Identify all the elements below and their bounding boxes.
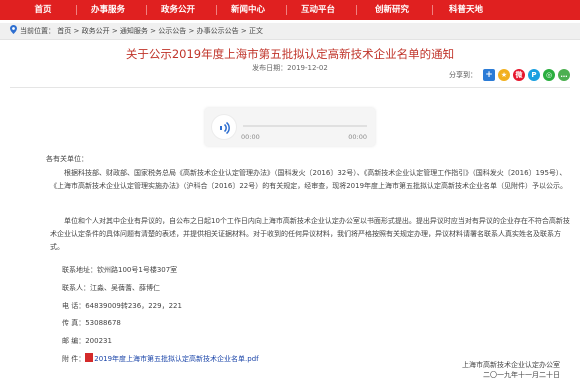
share-bar: 分享到： + ★ 微 P ◎ …	[449, 68, 570, 82]
contact-phone: 电 话：64839009转236，229，221	[62, 301, 182, 310]
paragraph-objection: 单位和个人对其中企业有异议的，自公布之日起10个工作日内向上海市高新技术企业认定…	[50, 217, 570, 251]
contact-postcode: 邮 编：200231	[62, 337, 112, 346]
location-pin-icon	[10, 25, 17, 34]
breadcrumb-separator: >	[111, 27, 118, 35]
plus-share-icon[interactable]: +	[483, 69, 495, 81]
breadcrumb-current: 正文	[248, 27, 263, 35]
breadcrumb-separator: >	[188, 27, 195, 35]
breadcrumb-notices[interactable]: 通知服务	[120, 27, 148, 35]
wechat-icon[interactable]: ◎	[543, 69, 555, 81]
duration: 00:00	[348, 133, 367, 141]
qzone-icon[interactable]: ★	[498, 69, 510, 81]
play-button[interactable]	[211, 114, 237, 140]
current-time: 00:00	[241, 133, 260, 141]
attachment-label: 附 件：	[62, 354, 86, 363]
breadcrumb-separator: >	[73, 27, 80, 35]
nav-divider	[286, 5, 287, 15]
top-nav: 首页 办事服务 政务公开 新闻中心 互动平台 创新研究 科普天地	[0, 0, 580, 20]
contact-address: 联系地址：钦州路100号1号楼307室	[62, 266, 178, 274]
more-share-icon[interactable]: …	[558, 69, 570, 81]
contact-fax: 传 真：53088678	[62, 319, 121, 328]
nav-divider	[216, 5, 217, 15]
contact-info: 联系地址：钦州路100号1号楼307室 联系人：江淼、吴蒨蓍、薛博仁 电 话：6…	[62, 262, 562, 369]
contact-persons: 联系人：江淼、吴蒨蓍、薛博仁	[62, 283, 160, 292]
weibo-icon[interactable]: 微	[513, 69, 525, 81]
pengyou-icon[interactable]: P	[528, 69, 540, 81]
breadcrumb-separator: >	[150, 27, 157, 35]
nav-divider	[356, 5, 357, 15]
nav-divider	[146, 5, 147, 15]
nav-item-research[interactable]: 创新研究	[362, 0, 422, 20]
page-title: 关于公示2019年度上海市第五批拟认定高新技术企业名单的通知	[125, 47, 455, 61]
greeting: 各有关单位：	[46, 155, 88, 163]
breadcrumb-government[interactable]: 政务公开	[82, 27, 110, 35]
breadcrumb-announcements[interactable]: 公示公告	[158, 27, 186, 35]
nav-item-services[interactable]: 办事服务	[80, 0, 136, 20]
paragraph-basis: 根据科技部、财政部、国家税务总局《高新技术企业认定管理办法》（国科发火〔2016…	[50, 169, 568, 190]
breadcrumb-home[interactable]: 首页	[57, 27, 71, 35]
breadcrumb: 当前位置： 首页 > 政务公开 > 通知服务 > 公示公告 > 办事公示公告 >…	[0, 23, 580, 40]
divider	[10, 87, 570, 88]
nav-item-government[interactable]: 政务公开	[150, 0, 206, 20]
nav-item-home[interactable]: 首页	[24, 0, 62, 20]
progress-track[interactable]	[243, 125, 367, 127]
nav-item-interaction[interactable]: 互动平台	[290, 0, 346, 20]
breadcrumb-separator: >	[240, 27, 247, 35]
signature-org: 上海市高新技术企业认定办公室	[462, 361, 560, 369]
breadcrumb-prefix: 当前位置：	[20, 27, 55, 35]
nav-item-science[interactable]: 科普天地	[438, 0, 494, 20]
pdf-file-icon	[85, 352, 94, 362]
speaker-icon	[220, 121, 230, 135]
audio-player: 00:00 00:00	[205, 108, 375, 146]
attachment-link[interactable]: 2019年度上海市第五批拟认定高新技术企业名单.pdf	[94, 355, 258, 363]
nav-divider	[432, 5, 433, 15]
nav-item-news[interactable]: 新闻中心	[220, 0, 276, 20]
nav-divider	[76, 5, 77, 15]
breadcrumb-service-announcements[interactable]: 办事公示公告	[197, 27, 239, 35]
signature-date: 二〇一九年十一月二十日	[483, 371, 560, 379]
share-label: 分享到：	[449, 71, 477, 79]
